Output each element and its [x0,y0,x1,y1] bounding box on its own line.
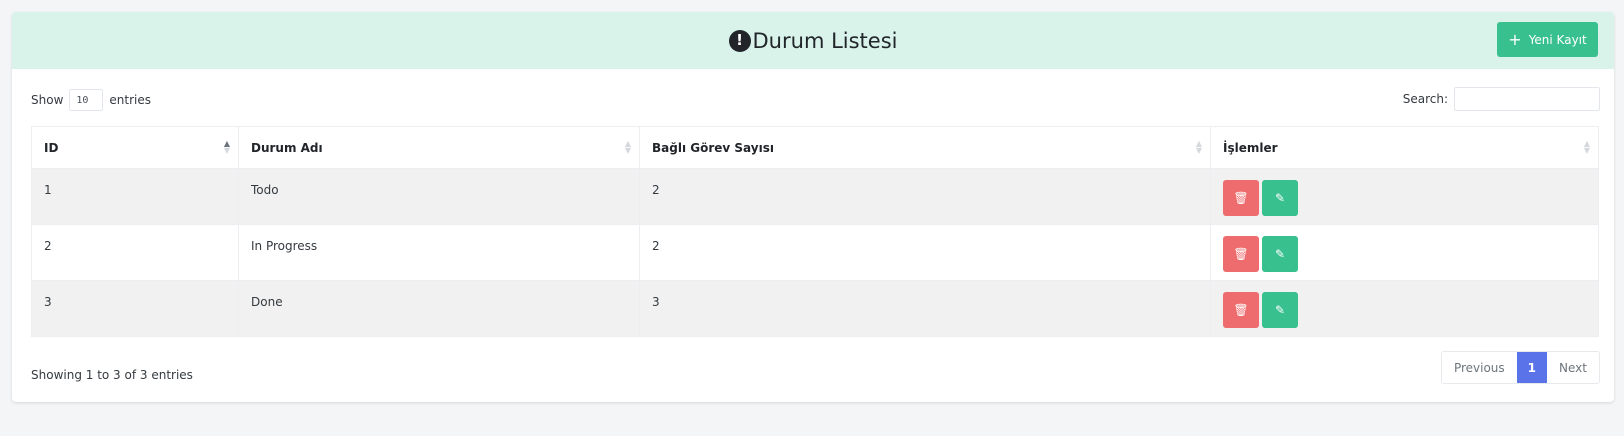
cell-count: 3 [639,280,1211,337]
column-label: ID [44,140,59,155]
column-label: İşlemler [1223,140,1278,155]
table-row: 1 Todo 2 🗑 ✎ [31,168,1599,225]
page-1-button[interactable]: 1 [1516,352,1548,383]
cell-name: In Progress [238,224,640,281]
previous-page-button[interactable]: Previous [1442,352,1517,383]
sort-icon: ▲ ▼ [1583,139,1590,155]
exclamation-circle-icon: ! [728,29,751,52]
delete-button[interactable]: 🗑 [1223,180,1259,216]
cell-id: 3 [31,280,239,337]
cell-id: 2 [31,224,239,281]
table-header-row: ID ▲ ▼ Durum Adı ▲ ▼ Bağlı Görev Sayısı ▲ ▼… [31,126,1599,169]
column-header-actions[interactable]: İşlemler ▲ ▼ [1210,126,1599,169]
cell-name: Done [238,280,640,337]
cell-name: Todo [238,168,640,225]
pagination: Previous 1 Next [1440,351,1600,384]
row-actions: 🗑 ✎ [1223,292,1586,328]
search-label: Search: [1402,92,1448,106]
plus-icon: + [1508,29,1522,49]
table-row: 2 In Progress 2 🗑 ✎ [31,224,1599,281]
card-header: ! Durum Listesi + Yeni Kayıt [12,12,1614,69]
table-row: 3 Done 3 🗑 ✎ [31,280,1599,337]
page-length-select[interactable]: 10 [69,89,104,111]
search-input[interactable] [1454,87,1600,111]
column-header-task-count[interactable]: Bağlı Görev Sayısı ▲ ▼ [639,126,1211,169]
column-header-id[interactable]: ID ▲ ▼ [31,126,239,169]
new-record-button[interactable]: + Yeni Kayıt [1497,22,1598,57]
sort-icon: ▲ ▼ [624,139,631,155]
column-label: Durum Adı [251,140,323,155]
trash-icon: 🗑 [1233,247,1249,261]
table-info: Showing 1 to 3 of 3 entries [31,368,193,382]
entries-label: entries [109,93,151,107]
cell-actions: 🗑 ✎ [1210,168,1599,225]
trash-icon: 🗑 [1233,191,1249,205]
pencil-icon: ✎ [1274,247,1286,261]
trash-icon: 🗑 [1233,303,1249,317]
page-length-control: Show 10 entries [31,89,151,111]
pencil-icon: ✎ [1274,303,1286,317]
next-page-button[interactable]: Next [1547,352,1599,383]
cell-id: 1 [31,168,239,225]
page-title: Durum Listesi [752,28,898,53]
cell-actions: 🗑 ✎ [1210,280,1599,337]
sort-icon: ▲ ▼ [1195,139,1202,155]
title-wrap: ! Durum Listesi [728,28,898,53]
column-label: Bağlı Görev Sayısı [652,140,774,155]
show-label: Show [31,93,64,107]
status-table: ID ▲ ▼ Durum Adı ▲ ▼ Bağlı Görev Sayısı ▲ ▼… [31,126,1599,337]
edit-button[interactable]: ✎ [1262,292,1298,328]
search-control: Search: [1403,87,1600,111]
sort-asc-icon: ▲ ▼ [223,139,230,155]
column-header-name[interactable]: Durum Adı ▲ ▼ [238,126,640,169]
edit-button[interactable]: ✎ [1262,236,1298,272]
table-controls: Show 10 entries Search: [12,69,1614,127]
cell-actions: 🗑 ✎ [1210,224,1599,281]
new-record-label: Yeni Kayıt [1528,32,1587,47]
status-list-card: ! Durum Listesi + Yeni Kayıt Show 10 ent… [12,12,1614,402]
delete-button[interactable]: 🗑 [1223,292,1259,328]
delete-button[interactable]: 🗑 [1223,236,1259,272]
row-actions: 🗑 ✎ [1223,180,1586,216]
cell-count: 2 [639,224,1211,281]
row-actions: 🗑 ✎ [1223,236,1586,272]
cell-count: 2 [639,168,1211,225]
edit-button[interactable]: ✎ [1262,180,1298,216]
pencil-icon: ✎ [1274,191,1286,205]
